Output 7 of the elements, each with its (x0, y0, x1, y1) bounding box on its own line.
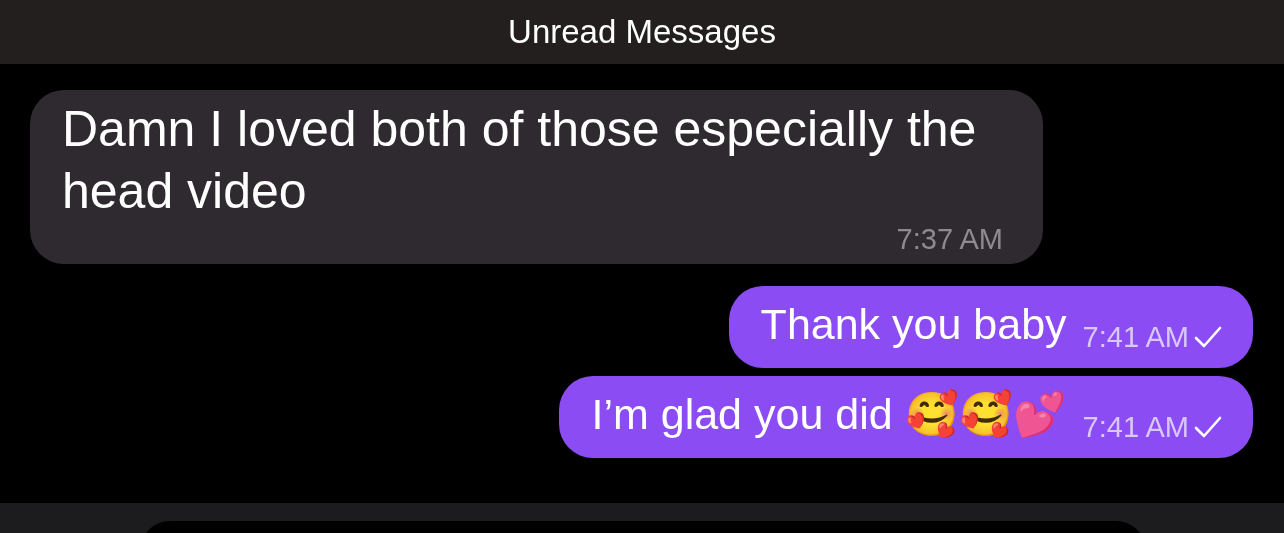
message-text: Damn I loved both of those especially the head video (62, 100, 978, 221)
section-title: Unread Messages (508, 13, 776, 51)
message-time: 7:41 AM (1082, 410, 1189, 444)
message-time: 7:37 AM (896, 222, 1003, 256)
message-time: 7:41 AM (1082, 320, 1189, 354)
message-text: Thank you baby (760, 299, 1067, 350)
message-text: I’m glad you did 🥰🥰💕 (591, 388, 1067, 440)
